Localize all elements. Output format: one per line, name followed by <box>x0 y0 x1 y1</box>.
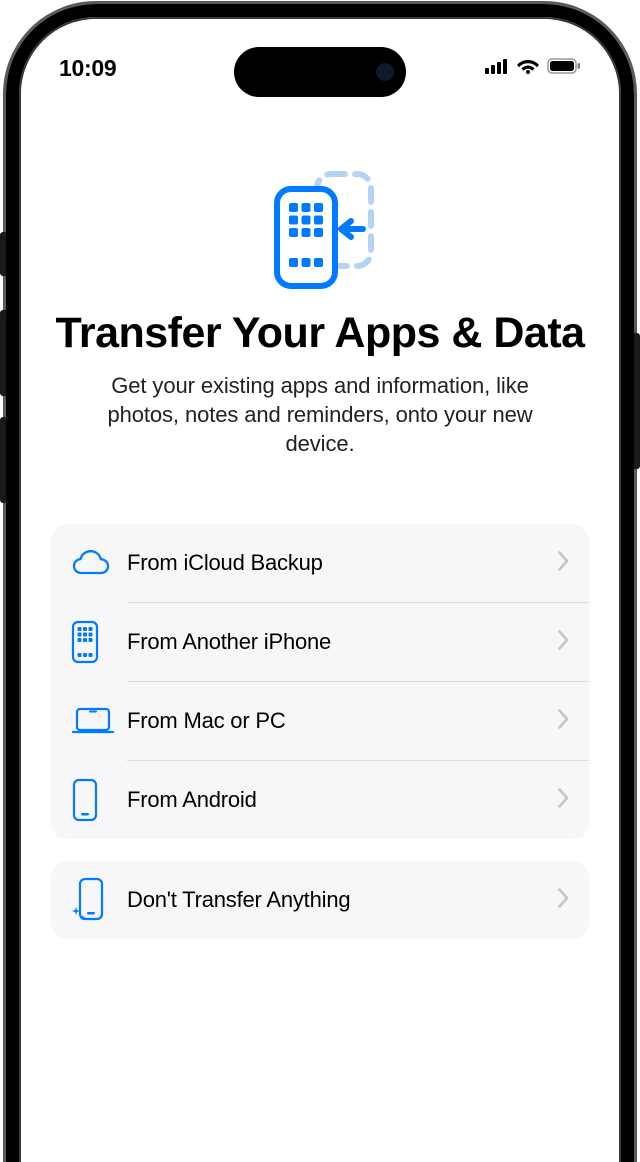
option-label: From iCloud Backup <box>127 550 558 576</box>
option-from-another-iphone[interactable]: From Another iPhone <box>51 603 589 681</box>
chevron-right-icon <box>558 888 569 913</box>
hero-section: Transfer Your Apps & Data Get your exist… <box>51 99 589 458</box>
chevron-right-icon <box>558 788 569 813</box>
chevron-right-icon <box>558 551 569 576</box>
chevron-right-icon <box>558 709 569 734</box>
phone-sparkle-icon <box>71 877 127 923</box>
battery-icon <box>547 58 581 79</box>
page-title: Transfer Your Apps & Data <box>51 309 589 357</box>
option-from-icloud-backup[interactable]: From iCloud Backup <box>51 524 589 602</box>
option-label: Don't Transfer Anything <box>127 887 558 913</box>
status-indicators <box>485 58 581 79</box>
option-label: From Android <box>127 787 558 813</box>
secondary-options-group: Don't Transfer Anything <box>51 861 589 939</box>
iphone-apps-icon <box>71 620 127 664</box>
screen: 10:09 <box>21 19 619 1162</box>
chevron-right-icon <box>558 630 569 655</box>
option-dont-transfer-anything[interactable]: Don't Transfer Anything <box>51 861 589 939</box>
cloud-icon <box>71 549 127 577</box>
page-subtitle: Get your existing apps and information, … <box>51 371 589 458</box>
option-label: From Mac or PC <box>127 708 558 734</box>
main-content: Transfer Your Apps & Data Get your exist… <box>21 99 619 939</box>
phone-outline-icon <box>71 778 127 822</box>
dynamic-island <box>234 47 406 97</box>
option-label: From Another iPhone <box>127 629 558 655</box>
status-time: 10:09 <box>59 55 116 82</box>
cellular-icon <box>485 58 509 79</box>
transfer-options-group: From iCloud Backup <box>51 524 589 839</box>
laptop-icon <box>71 706 127 736</box>
transfer-hero-icon <box>51 171 589 289</box>
option-from-mac-or-pc[interactable]: From Mac or PC <box>51 682 589 760</box>
wifi-icon <box>517 58 539 79</box>
option-from-android[interactable]: From Android <box>51 761 589 839</box>
